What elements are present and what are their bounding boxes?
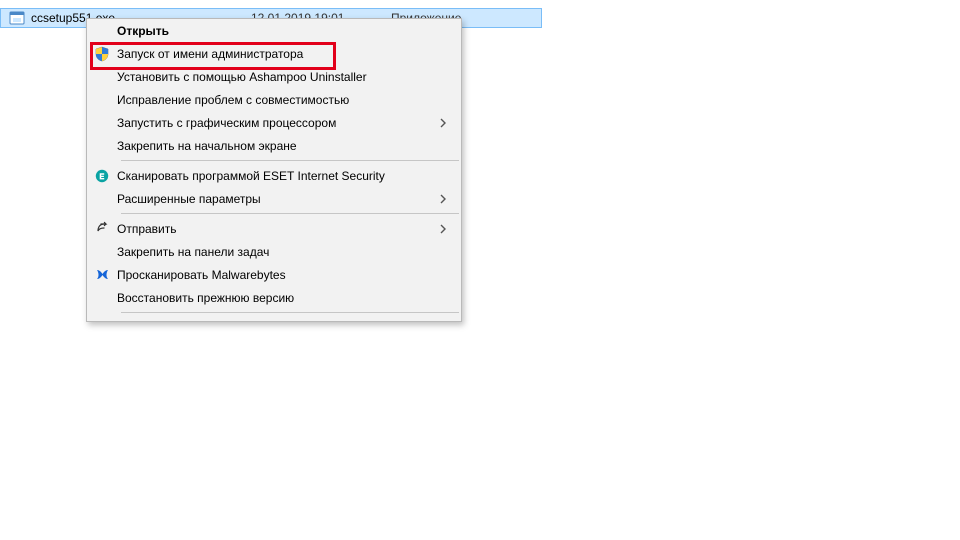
- menu-label: Закрепить на начальном экране: [117, 139, 451, 153]
- menu-label: Открыть: [117, 24, 451, 38]
- menu-item-scan-eset[interactable]: Сканировать программой ESET Internet Sec…: [87, 164, 461, 187]
- shield-icon: [87, 46, 117, 62]
- menu-item-ashampoo-uninstaller[interactable]: Установить с помощью Ashampoo Uninstalle…: [87, 65, 461, 88]
- eset-icon: [87, 169, 117, 183]
- menu-label: Просканировать Malwarebytes: [117, 268, 451, 282]
- menu-item-advanced-options[interactable]: Расширенные параметры: [87, 187, 461, 210]
- menu-separator: [121, 160, 459, 161]
- menu-label: Установить с помощью Ashampoo Uninstalle…: [117, 70, 451, 84]
- menu-item-copy-to-folder[interactable]: Копировать в папку...: [87, 316, 461, 322]
- exe-file-icon: [9, 10, 25, 26]
- menu-separator: [121, 312, 459, 313]
- menu-label: Отправить: [117, 222, 435, 236]
- context-menu: Открыть Запуск от имени администратора У…: [86, 18, 462, 322]
- menu-item-troubleshoot-compat[interactable]: Исправление проблем с совместимостью: [87, 88, 461, 111]
- menu-separator: [121, 213, 459, 214]
- menu-label: Запустить с графическим процессором: [117, 116, 435, 130]
- menu-label: Исправление проблем с совместимостью: [117, 93, 451, 107]
- menu-label: Копировать в папку...: [117, 321, 451, 323]
- submenu-arrow-icon: [435, 194, 451, 204]
- menu-label: Сканировать программой ESET Internet Sec…: [117, 169, 451, 183]
- share-icon: [87, 221, 117, 236]
- menu-label: Запуск от имени администратора: [117, 47, 451, 61]
- submenu-arrow-icon: [435, 224, 451, 234]
- menu-item-pin-start[interactable]: Закрепить на начальном экране: [87, 134, 461, 157]
- menu-item-run-with-gpu[interactable]: Запустить с графическим процессором: [87, 111, 461, 134]
- menu-item-pin-taskbar[interactable]: Закрепить на панели задач: [87, 240, 461, 263]
- malwarebytes-icon: [87, 267, 117, 282]
- menu-label: Закрепить на панели задач: [117, 245, 451, 259]
- submenu-arrow-icon: [435, 118, 451, 128]
- menu-label: Восстановить прежнюю версию: [117, 291, 451, 305]
- menu-item-send[interactable]: Отправить: [87, 217, 461, 240]
- menu-item-scan-malwarebytes[interactable]: Просканировать Malwarebytes: [87, 263, 461, 286]
- menu-label: Расширенные параметры: [117, 192, 435, 206]
- menu-item-run-as-admin[interactable]: Запуск от имени администратора: [87, 42, 461, 65]
- menu-item-restore-previous-version[interactable]: Восстановить прежнюю версию: [87, 286, 461, 309]
- menu-item-open[interactable]: Открыть: [87, 19, 461, 42]
